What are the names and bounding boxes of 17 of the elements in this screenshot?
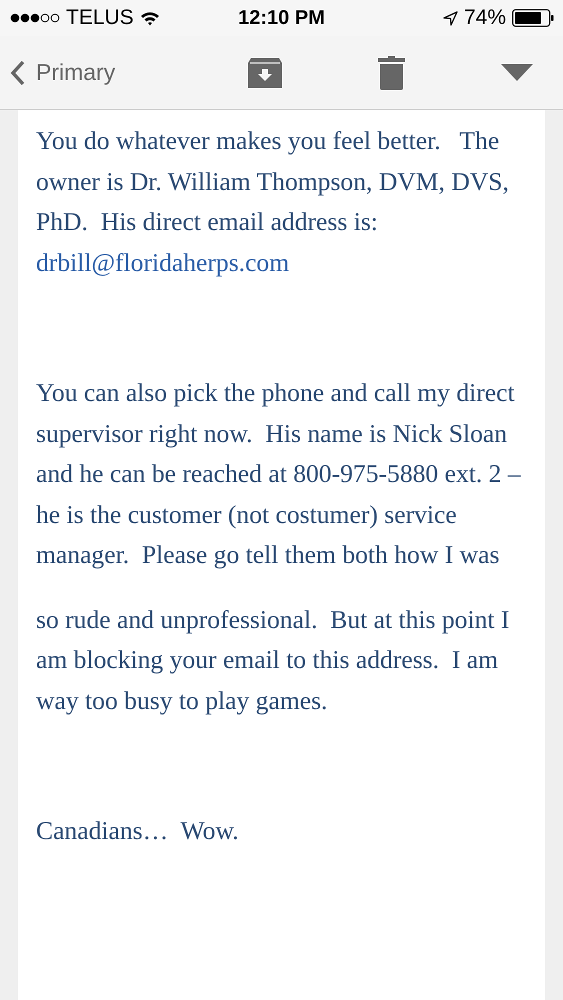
dropdown-triangle-icon[interactable] [501,64,534,82]
chevron-left-icon [10,60,26,86]
email-paragraph: so rude and unprofessional. But at this point I am blocking your email to this address. I am way too busy to play games. [36,604,510,716]
trash-icon[interactable] [378,56,406,90]
wifi-icon [140,10,160,26]
carrier-name: TELUS [66,6,134,30]
battery-percentage: 74% [464,6,506,30]
email-paragraph: You do whatever makes you feel better. The owner is Dr. William Thompson, DVM, DVS, PhD. His direct email address is: [36,125,510,238]
back-button[interactable]: Primary [10,59,116,86]
archive-icon[interactable] [248,58,282,88]
status-time: 12:10 PM [238,6,325,30]
battery-icon [512,9,554,27]
signal-icon [10,12,60,24]
email-link[interactable]: drbill@floridaherps.com [36,242,290,283]
location-arrow-icon [442,10,458,26]
email-paragraph: You can also pick the phone and call my direct supervisor right now. His name is Nick Sloan and he can be reached at 800-975-5880 ext. 2 – he is the customer (not costumer) service manager. Please go tell them both how I was [36,377,522,571]
email-paragraph: Canadians… Wow. [36,815,240,847]
